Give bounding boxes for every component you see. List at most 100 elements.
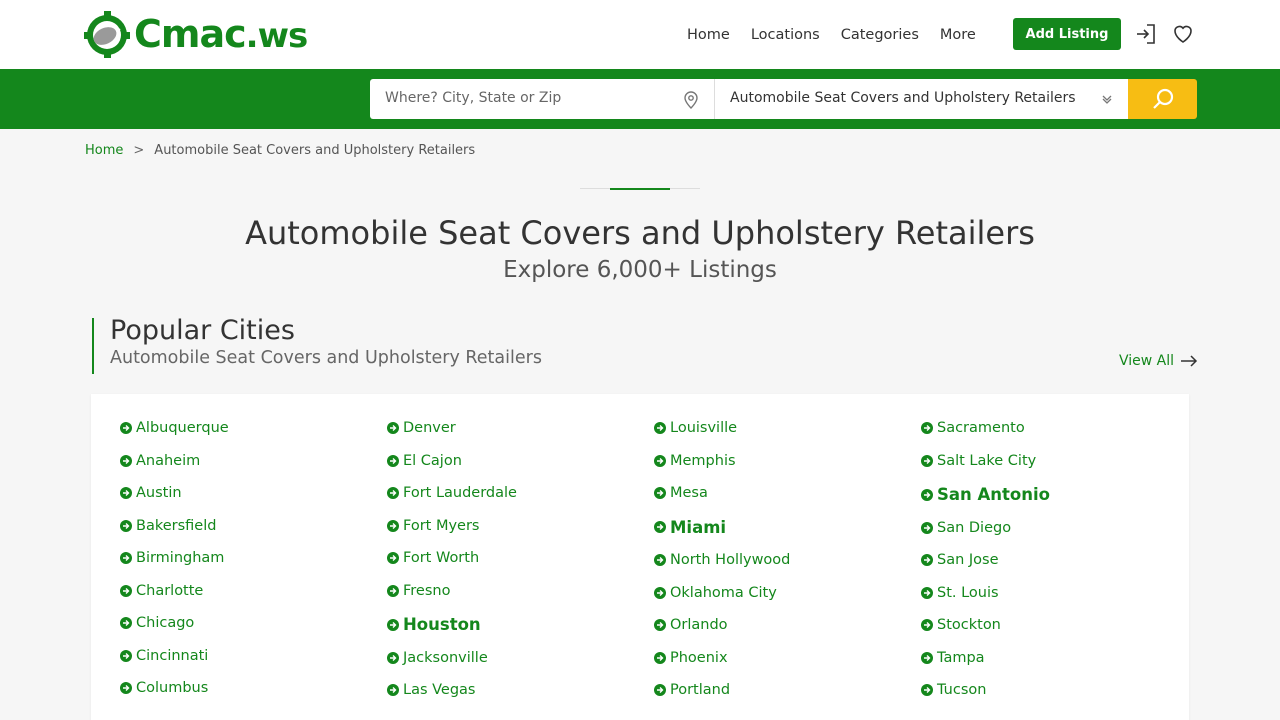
nav-home[interactable]: Home [687, 24, 730, 46]
view-all-label: View All [1119, 353, 1175, 369]
city-link[interactable]: Birmingham [120, 550, 224, 566]
city-link[interactable]: Phoenix [654, 650, 728, 666]
city-name: Las Vegas [403, 682, 476, 698]
city-link[interactable]: San Antonio [921, 485, 1050, 504]
arrow-circle-right-icon [654, 651, 666, 664]
arrow-circle-right-icon [654, 454, 666, 467]
city-name: San Diego [937, 519, 1012, 536]
city-link[interactable]: Miami [654, 518, 726, 537]
heart-icon[interactable] [1171, 22, 1195, 46]
city-link[interactable]: Charlotte [120, 583, 203, 599]
city-link[interactable]: Fort Lauderdale [387, 485, 517, 501]
city-link[interactable]: San Jose [921, 552, 999, 568]
city-name: Charlotte [136, 582, 204, 599]
arrow-circle-right-icon [921, 684, 933, 696]
city-link[interactable]: Orlando [654, 617, 728, 633]
arrow-circle-right-icon [387, 519, 399, 532]
city-link[interactable]: Tucson [921, 682, 986, 698]
city-link[interactable]: El Cajon [387, 453, 462, 469]
arrow-circle-right-icon [120, 682, 132, 694]
city-link[interactable]: Anaheim [120, 453, 200, 469]
city-link[interactable]: Portland [654, 682, 730, 698]
logo[interactable]: Cmac.ws [84, 9, 308, 59]
login-icon[interactable] [1134, 22, 1158, 46]
city-link[interactable]: Bakersfield [120, 518, 216, 534]
city-name: El Cajon [403, 452, 462, 469]
search-bar: Where? City, State or Zip Automobile Sea… [0, 69, 1280, 129]
city-link[interactable]: Cincinnati [120, 648, 208, 664]
city-link[interactable]: Fort Worth [387, 550, 479, 566]
arrow-circle-right-icon [387, 422, 399, 434]
arrow-circle-right-icon [120, 454, 132, 467]
city-name: Bakersfield [136, 517, 217, 534]
city-link[interactable]: Louisville [654, 420, 737, 436]
map-pin-icon [684, 91, 698, 109]
page-title: Automobile Seat Covers and Upholstery Re… [245, 214, 1035, 252]
arrow-circle-right-icon [120, 649, 132, 662]
arrow-circle-right-icon [921, 554, 933, 566]
popular-cities-header: Popular Cities Automobile Seat Covers an… [92, 316, 542, 374]
city-link[interactable]: Chicago [120, 615, 194, 631]
city-name: Albuquerque [136, 420, 229, 436]
arrow-circle-right-icon [387, 684, 399, 696]
city-name: Tucson [937, 682, 987, 698]
city-link[interactable]: Tampa [921, 650, 985, 666]
breadcrumb-home[interactable]: Home [85, 143, 123, 158]
arrow-circle-right-icon [120, 552, 132, 564]
city-link[interactable]: Fresno [387, 583, 450, 599]
city-link[interactable]: Austin [120, 485, 182, 501]
logo-text: Cmac.ws [134, 12, 308, 56]
city-name: St. Louis [937, 584, 999, 601]
city-link[interactable]: Mesa [654, 485, 708, 501]
arrow-circle-right-icon [120, 519, 132, 532]
arrow-circle-right-icon [921, 488, 933, 501]
main-nav: Home Locations Categories More [687, 24, 997, 46]
city-name: San Jose [937, 552, 999, 568]
city-name: San Antonio [937, 485, 1050, 504]
city-link[interactable]: Columbus [120, 680, 208, 696]
city-name: Phoenix [670, 649, 728, 666]
city-name: Sacramento [937, 420, 1025, 436]
city-link[interactable]: Sacramento [921, 420, 1025, 436]
city-link[interactable]: Oklahoma City [654, 585, 777, 601]
city-name: Chicago [136, 615, 195, 631]
city-name: Fort Lauderdale [403, 485, 517, 501]
city-link[interactable]: St. Louis [921, 585, 999, 601]
city-name: North Hollywood [670, 552, 791, 568]
city-link[interactable]: Salt Lake City [921, 453, 1036, 469]
chevron-down-icon [1102, 95, 1112, 104]
arrow-circle-right-icon [654, 521, 666, 533]
arrow-circle-right-icon [387, 584, 399, 597]
search-button[interactable] [1128, 79, 1197, 119]
city-link[interactable]: Las Vegas [387, 682, 476, 698]
city-link[interactable]: Jacksonville [387, 650, 488, 666]
city-link[interactable]: Fort Myers [387, 518, 479, 534]
category-select[interactable]: Automobile Seat Covers and Upholstery Re… [714, 79, 1128, 119]
city-link[interactable]: San Diego [921, 520, 1011, 536]
city-link[interactable]: Stockton [921, 617, 1001, 633]
arrow-circle-right-icon [654, 487, 666, 499]
city-link[interactable]: Albuquerque [120, 420, 229, 436]
popular-cities-subtitle: Automobile Seat Covers and Upholstery Re… [110, 348, 542, 368]
city-name: Orlando [670, 617, 728, 633]
nav-categories[interactable]: Categories [841, 24, 919, 46]
category-value: Automobile Seat Covers and Upholstery Re… [730, 90, 1076, 106]
logo-gear-icon [84, 11, 130, 58]
city-name: Memphis [670, 452, 736, 469]
arrow-circle-right-icon [921, 651, 933, 664]
nav-locations[interactable]: Locations [751, 24, 820, 46]
view-all-link[interactable]: View All [1119, 353, 1198, 369]
add-listing-button[interactable]: Add Listing [1013, 18, 1121, 50]
search-icon [1152, 88, 1173, 109]
city-link[interactable]: Denver [387, 420, 456, 436]
city-link[interactable]: North Hollywood [654, 552, 790, 568]
arrow-circle-right-icon [921, 454, 933, 467]
city-name: Columbus [136, 680, 209, 696]
where-input[interactable]: Where? City, State or Zip [370, 79, 714, 119]
arrow-circle-right-icon [387, 487, 399, 499]
city-name: Salt Lake City [937, 452, 1037, 469]
city-link[interactable]: Houston [387, 615, 481, 634]
nav-more[interactable]: More [940, 24, 976, 46]
popular-cities-panel: Albuquerque Anaheim Austin Bakersfield Birmi… [91, 394, 1189, 720]
city-link[interactable]: Memphis [654, 453, 736, 469]
